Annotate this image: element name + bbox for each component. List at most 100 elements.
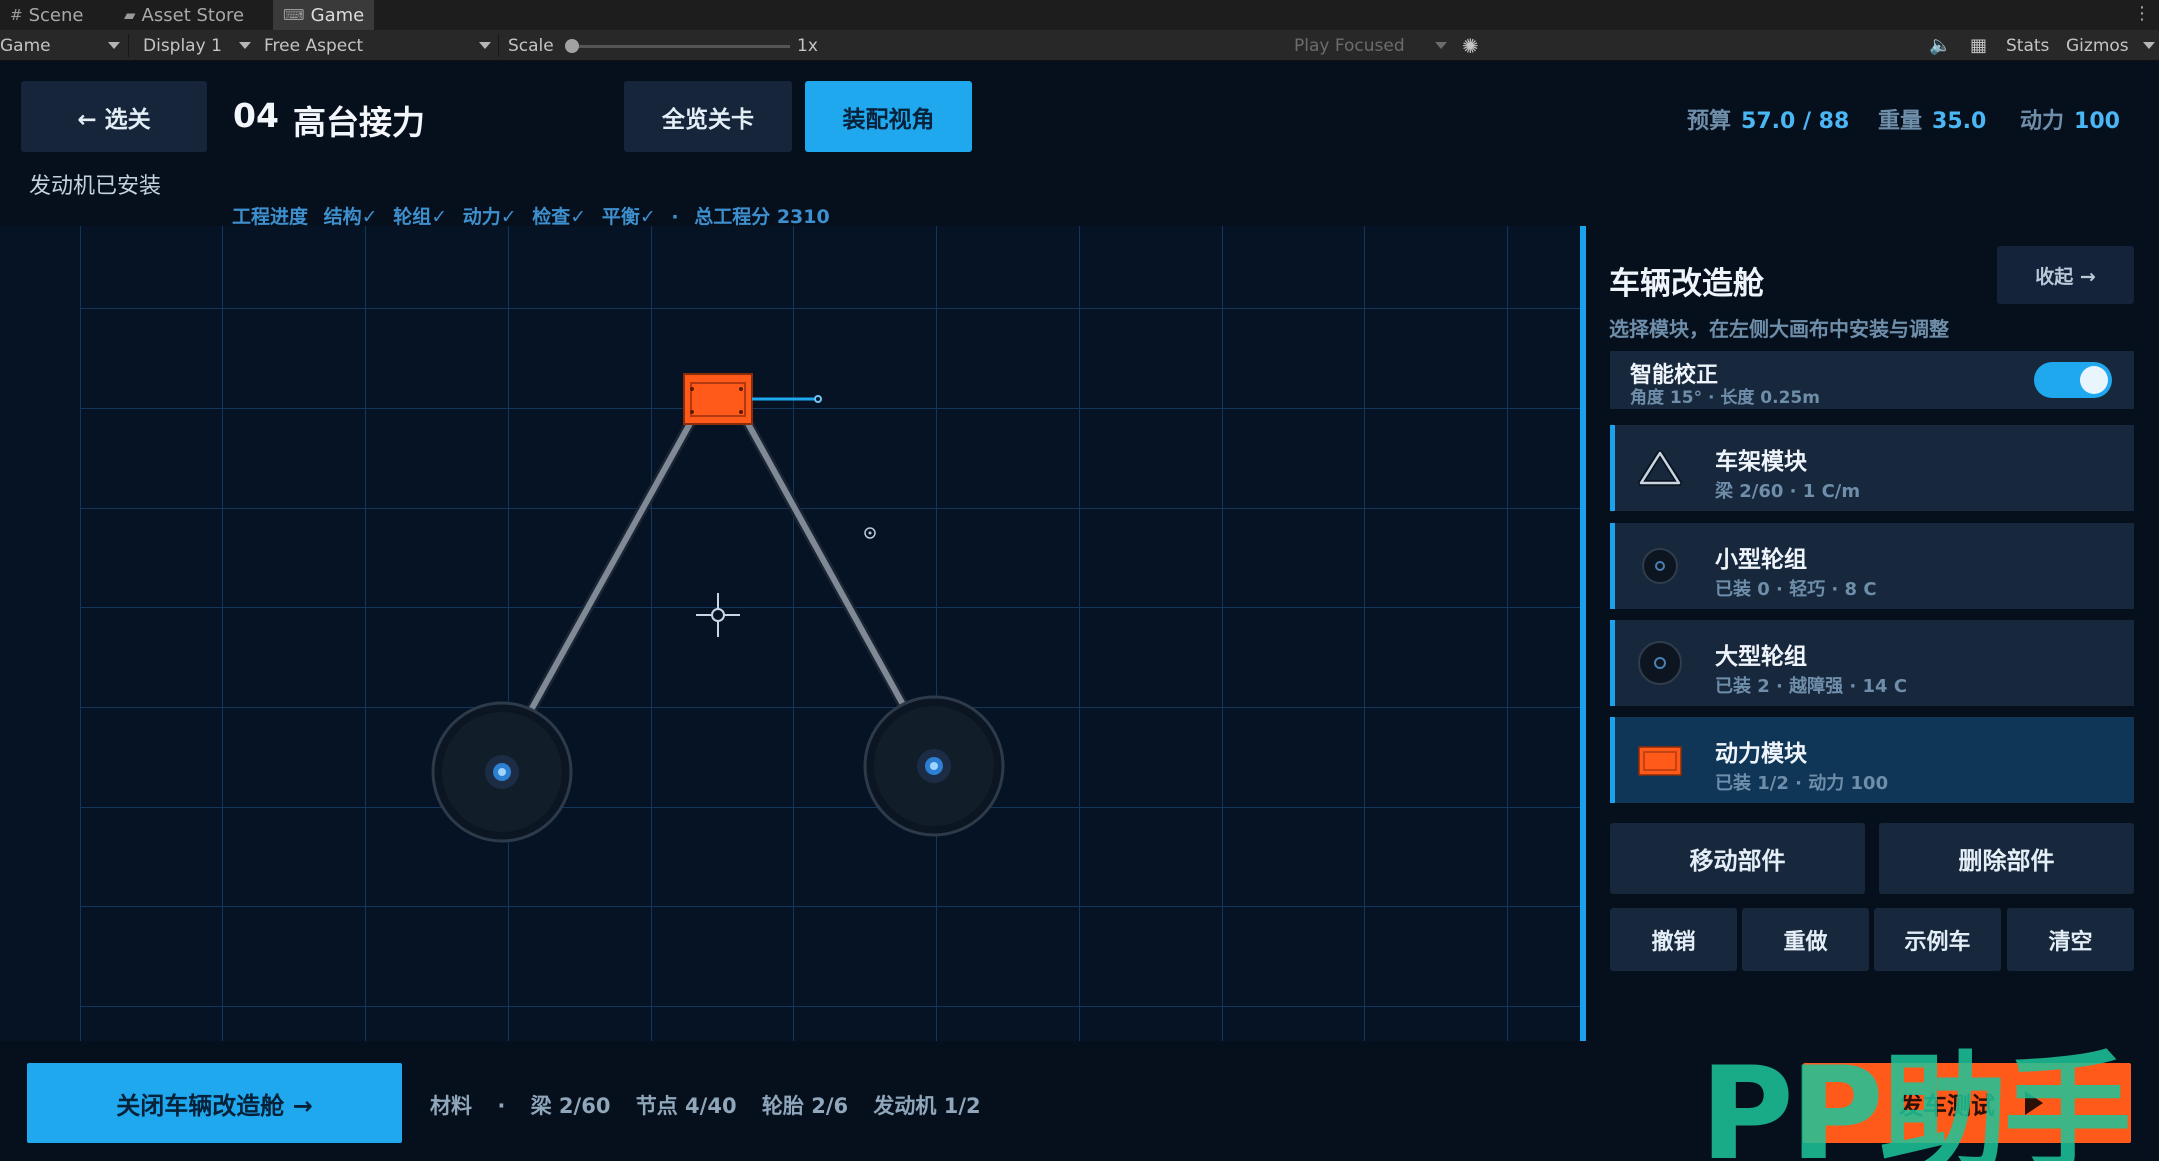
chevron-down-icon [1435,42,1447,49]
bag-icon: ▰ [124,6,136,24]
budget-value: 57.0 / 88 [1741,109,1850,134]
module-engine[interactable]: 动力模块 已装 1/2 · 动力 100 [1610,717,2134,803]
module-small-wheel[interactable]: 小型轮组 已装 0 · 轻巧 · 8 C [1610,523,2134,609]
panel-title: 车辆改造舱 [1609,266,1764,302]
more-options-icon[interactable]: ⋮ [2133,0,2151,30]
display-dropdown[interactable]: Display 1 [143,30,222,61]
progress-item: 轮组✓ [393,206,448,228]
left-wheel[interactable] [431,701,573,843]
aspect-dropdown[interactable]: Free Aspect [264,30,363,61]
materials-summary: 材料 · 梁 2/60 节点 4/40 轮胎 2/6 发动机 1/2 [430,1090,999,1120]
delete-part-button[interactable]: 删除部件 [1879,823,2134,894]
game-window: # Scene ▰ Asset Store ⌨ Game ⋮ Game Disp… [0,0,2159,1161]
module-detail: 已装 1/2 · 动力 100 [1715,773,1889,794]
editor-tab-bar: # Scene ▰ Asset Store ⌨ Game ⋮ [0,0,2159,30]
gamepad-icon: ⌨ [283,6,305,24]
divider [128,34,129,57]
engineering-progress: 工程进度 结构✓ 轮组✓ 动力✓ 检查✓ 平衡✓ · 总工程分 2310 [232,202,839,229]
node-count: 节点 4/40 [635,1094,737,1118]
close-modification-bay-button[interactable]: 关闭车辆改造舱 → [27,1063,402,1143]
triangle-frame-icon [1638,450,1682,486]
stats-grid-icon[interactable]: ▦ [1970,30,1987,61]
game-view-toolbar: Game Display 1 Free Aspect Scale 1x Play… [0,30,2159,61]
module-frame[interactable]: 车架模块 梁 2/60 · 1 C/m [1610,425,2134,511]
module-title: 小型轮组 [1715,547,1807,573]
beam-count: 梁 2/60 [530,1094,611,1118]
power-value: 100 [2074,109,2120,134]
clear-button[interactable]: 清空 [2007,908,2134,971]
module-detail: 已装 2 · 越障强 · 14 C [1715,676,1908,697]
overview-level-button[interactable]: 全览关卡 [624,81,792,152]
module-detail: 梁 2/60 · 1 C/m [1715,481,1861,502]
module-large-wheel[interactable]: 大型轮组 已装 2 · 越障强 · 14 C [1610,620,2134,706]
crosshair-cursor [696,593,740,637]
undo-button[interactable]: 撤销 [1610,908,1737,971]
attach-node-marker[interactable] [864,527,876,539]
smart-correction-detail: 角度 15° · 长度 0.25m [1630,388,1820,408]
engine-status-text: 发动机已安装 [29,174,162,199]
scale-slider-track[interactable] [568,45,790,48]
chevron-down-icon [108,42,120,49]
back-to-levels-button[interactable]: ← 选关 [21,81,207,152]
scale-value: 1x [797,35,818,56]
move-part-button[interactable]: 移动部件 [1610,823,1865,894]
engine-icon [1638,746,1682,776]
bug-icon[interactable]: ✺ [1462,30,1479,61]
play-focused-label: Play Focused [1294,35,1405,56]
weight-value: 35.0 [1932,109,1987,134]
stats-label: Stats [2006,35,2050,56]
launch-test-button[interactable]: 发车测试 [1803,1063,2131,1143]
play-icon [2025,1091,2043,1115]
tab-asset-store[interactable]: ▰ Asset Store [114,0,254,30]
large-wheel-icon [1638,641,1682,685]
scale-label: Scale [508,35,554,56]
redo-button[interactable]: 重做 [1742,908,1869,971]
play-focused-dropdown[interactable]: Play Focused [1294,30,1405,61]
smart-correction-toggle[interactable] [2034,362,2112,398]
small-wheel-icon [1642,548,1678,584]
tab-scene-label: Scene [28,4,84,26]
audio-mute-icon[interactable]: 🔈 [1929,30,1951,61]
stats-button[interactable]: Stats [2006,30,2049,61]
game-mode-label: Game [0,35,51,56]
level-title: 高台接力 [293,103,425,142]
assembly-view-button[interactable]: 装配视角 [805,81,972,152]
tab-asset-store-label: Asset Store [141,4,245,26]
grid-icon: # [10,6,23,24]
launch-label: 发车测试 [1899,1091,1995,1120]
sample-car-button[interactable]: 示例车 [1874,908,2001,971]
smart-correction-row: 智能校正 角度 15° · 长度 0.25m [1610,351,2134,409]
gizmos-button[interactable]: Gizmos [2066,30,2129,61]
gizmos-label: Gizmos [2066,35,2129,56]
materials-label: 材料 [430,1094,472,1118]
build-canvas[interactable] [0,226,1583,1041]
game-mode-dropdown[interactable]: Game [0,30,51,61]
scale-slider-handle[interactable] [565,39,579,53]
chevron-down-icon [2143,42,2155,49]
progress-item: 平衡✓ [601,206,656,228]
chevron-down-icon [239,42,251,49]
tab-scene[interactable]: # Scene [0,0,93,30]
progress-separator: · [671,206,679,228]
weight-stat: 重量 35.0 [1878,109,1987,134]
total-score: 总工程分 2310 [694,206,830,228]
progress-label: 工程进度 [232,206,309,228]
toggle-knob [2080,366,2108,394]
engine-count: 发动机 1/2 [873,1094,981,1118]
engine-connector[interactable] [752,395,822,403]
divider [498,34,499,57]
chevron-down-icon [479,42,491,49]
progress-item: 动力✓ [462,206,517,228]
module-title: 车架模块 [1715,449,1807,475]
frame-beam-left[interactable] [525,394,709,716]
right-wheel[interactable] [863,695,1005,837]
collapse-panel-button[interactable]: 收起 → [1997,246,2134,304]
progress-item: 结构✓ [323,206,378,228]
engine-module[interactable] [683,373,753,425]
module-detail: 已装 0 · 轻巧 · 8 C [1715,579,1877,600]
tab-game[interactable]: ⌨ Game [273,0,375,30]
materials-separator: · [497,1094,506,1118]
power-stat: 动力 100 [2020,109,2120,134]
frame-beam-right[interactable] [729,394,912,716]
budget-stat: 预算 57.0 / 88 [1687,109,1850,134]
